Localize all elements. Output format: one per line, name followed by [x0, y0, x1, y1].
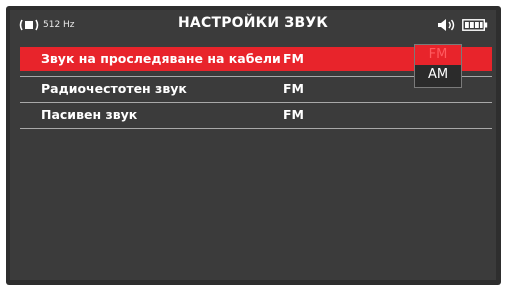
dropdown-option-fm[interactable]: FM	[415, 45, 461, 65]
row-divider	[20, 128, 492, 129]
device-bezel: 512 Hz НАСТРОЙКИ ЗВУК Звук на проследява…	[6, 6, 501, 285]
device-screen: 512 Hz НАСТРОЙКИ ЗВУК Звук на проследява…	[10, 10, 496, 280]
battery-icon	[462, 19, 488, 31]
setting-label: Звук на проследяване на кабели	[41, 51, 281, 66]
setting-label: Пасивен звук	[41, 107, 138, 122]
speaker-icon	[438, 19, 455, 31]
setting-label: Радиочестотен звук	[41, 81, 187, 96]
page-title: НАСТРОЙКИ ЗВУК	[178, 15, 328, 31]
setting-value: FM	[283, 51, 304, 66]
setting-value: FM	[283, 81, 304, 96]
dropdown-option-am[interactable]: AM	[415, 65, 461, 85]
setting-value: FM	[283, 107, 304, 122]
setting-row-passive-sound[interactable]: Пасивен звук FM	[20, 103, 492, 127]
sound-mode-dropdown[interactable]: FM AM	[414, 44, 462, 88]
status-bar: 512 Hz НАСТРОЙКИ ЗВУК	[10, 10, 496, 40]
